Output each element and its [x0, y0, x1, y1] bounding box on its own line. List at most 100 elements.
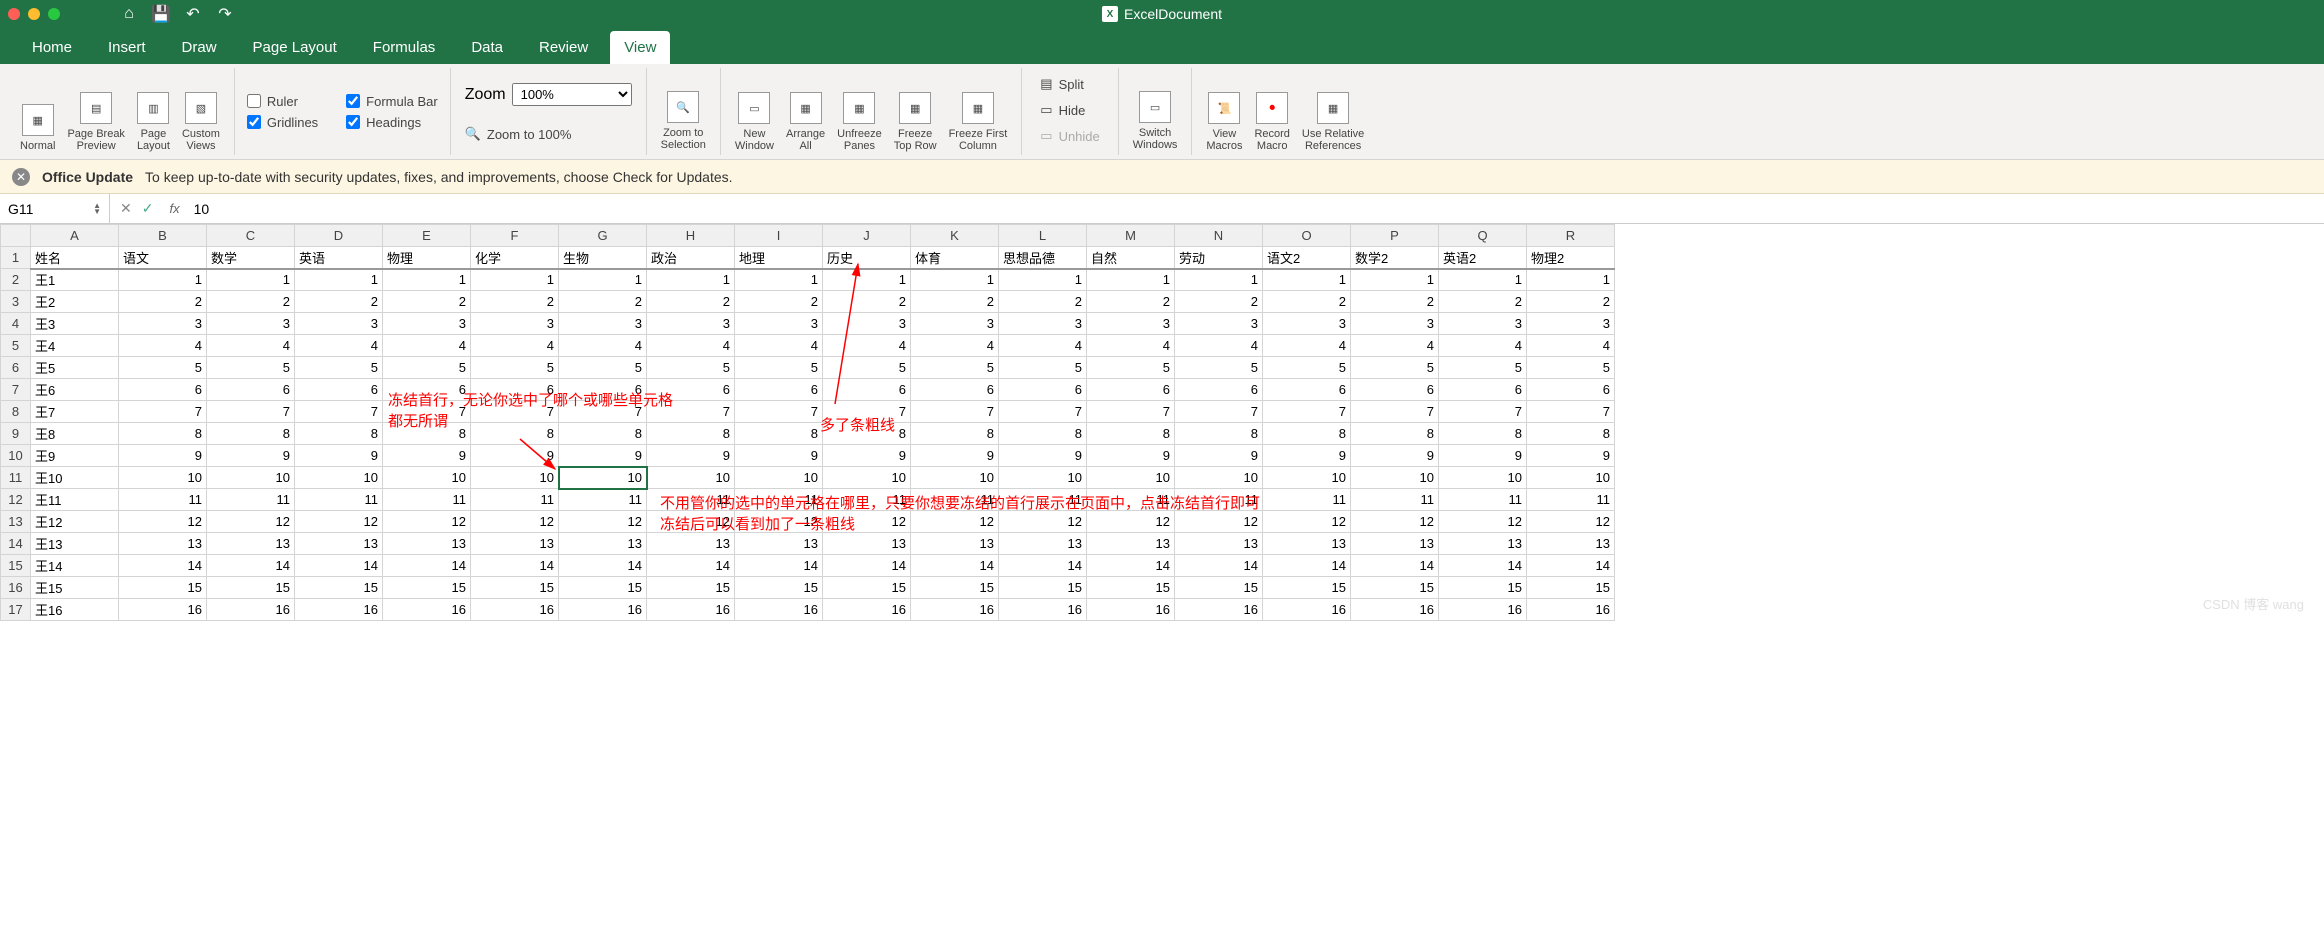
use-relative-ref-button[interactable]: ▦Use Relative References: [1296, 68, 1370, 156]
cell[interactable]: 3: [735, 313, 823, 335]
cell[interactable]: 15: [823, 577, 911, 599]
cell[interactable]: 9: [999, 445, 1087, 467]
col-header-P[interactable]: P: [1351, 225, 1439, 247]
cell[interactable]: 13: [1175, 533, 1263, 555]
cell[interactable]: 3: [1527, 313, 1615, 335]
row-header-3[interactable]: 3: [1, 291, 31, 313]
cell[interactable]: 13: [911, 533, 999, 555]
col-header-I[interactable]: I: [735, 225, 823, 247]
cell[interactable]: 2: [471, 291, 559, 313]
cell[interactable]: 10: [1175, 467, 1263, 489]
cell[interactable]: 11: [735, 489, 823, 511]
cell[interactable]: 王5: [31, 357, 119, 379]
cell[interactable]: 2: [647, 291, 735, 313]
cell[interactable]: 8: [823, 423, 911, 445]
cell[interactable]: 2: [1087, 291, 1175, 313]
cell[interactable]: 8: [119, 423, 207, 445]
cell[interactable]: 6: [735, 379, 823, 401]
cell[interactable]: 3: [471, 313, 559, 335]
maximize-icon[interactable]: [48, 8, 60, 20]
cell[interactable]: 王15: [31, 577, 119, 599]
cell[interactable]: 8: [1351, 423, 1439, 445]
tab-draw[interactable]: Draw: [168, 31, 231, 64]
cell[interactable]: 12: [999, 511, 1087, 533]
confirm-icon[interactable]: ✓: [142, 200, 154, 217]
cell[interactable]: 7: [735, 401, 823, 423]
row-header-15[interactable]: 15: [1, 555, 31, 577]
cell[interactable]: 16: [207, 599, 295, 621]
cell[interactable]: 数学: [207, 247, 295, 269]
cell[interactable]: 12: [1263, 511, 1351, 533]
col-header-A[interactable]: A: [31, 225, 119, 247]
cell[interactable]: 12: [1175, 511, 1263, 533]
cell[interactable]: 2: [1527, 291, 1615, 313]
cell[interactable]: 9: [911, 445, 999, 467]
cancel-icon[interactable]: ✕: [120, 200, 132, 217]
row-header-9[interactable]: 9: [1, 423, 31, 445]
cell[interactable]: 7: [383, 401, 471, 423]
cell[interactable]: 王13: [31, 533, 119, 555]
cell[interactable]: 11: [911, 489, 999, 511]
cell[interactable]: 王12: [31, 511, 119, 533]
split-button[interactable]: ▤Split: [1034, 72, 1106, 96]
cell[interactable]: 7: [559, 401, 647, 423]
cell[interactable]: 王4: [31, 335, 119, 357]
cell[interactable]: 9: [1263, 445, 1351, 467]
cell[interactable]: 11: [1087, 489, 1175, 511]
row-header-6[interactable]: 6: [1, 357, 31, 379]
home-icon[interactable]: ⌂: [120, 5, 138, 23]
cell[interactable]: 12: [1439, 511, 1527, 533]
cell[interactable]: 10: [471, 467, 559, 489]
cell[interactable]: 15: [911, 577, 999, 599]
tab-review[interactable]: Review: [525, 31, 602, 64]
cell[interactable]: 16: [1439, 599, 1527, 621]
cell[interactable]: 12: [383, 511, 471, 533]
name-box[interactable]: G11 ▲▼: [0, 194, 110, 223]
cell[interactable]: 14: [823, 555, 911, 577]
cell[interactable]: 5: [1087, 357, 1175, 379]
row-header-16[interactable]: 16: [1, 577, 31, 599]
cell[interactable]: 16: [911, 599, 999, 621]
cell[interactable]: 7: [647, 401, 735, 423]
cell[interactable]: 5: [1175, 357, 1263, 379]
cell[interactable]: 3: [1351, 313, 1439, 335]
cell[interactable]: 7: [1527, 401, 1615, 423]
cell[interactable]: 4: [295, 335, 383, 357]
cell[interactable]: 11: [471, 489, 559, 511]
cell[interactable]: 4: [911, 335, 999, 357]
hide-button[interactable]: ▭Hide: [1034, 98, 1106, 122]
cell[interactable]: 9: [1351, 445, 1439, 467]
cell[interactable]: 10: [1527, 467, 1615, 489]
cell[interactable]: 16: [1175, 599, 1263, 621]
cell[interactable]: 7: [1087, 401, 1175, 423]
cell[interactable]: 1: [207, 269, 295, 291]
formula-input[interactable]: 10: [186, 201, 2324, 217]
cell[interactable]: 王11: [31, 489, 119, 511]
cell[interactable]: 2: [383, 291, 471, 313]
cell[interactable]: 11: [823, 489, 911, 511]
cell[interactable]: 7: [119, 401, 207, 423]
cell[interactable]: 3: [1263, 313, 1351, 335]
cell[interactable]: 王7: [31, 401, 119, 423]
cell[interactable]: 1: [1527, 269, 1615, 291]
col-header-R[interactable]: R: [1527, 225, 1615, 247]
col-header-J[interactable]: J: [823, 225, 911, 247]
cell[interactable]: 14: [999, 555, 1087, 577]
zoom-100-button[interactable]: 🔍Zoom to 100%: [459, 122, 638, 146]
cell[interactable]: 14: [559, 555, 647, 577]
cell[interactable]: 王10: [31, 467, 119, 489]
cell[interactable]: 6: [999, 379, 1087, 401]
cell[interactable]: 3: [207, 313, 295, 335]
cell[interactable]: 4: [823, 335, 911, 357]
cell[interactable]: 1: [1263, 269, 1351, 291]
gridlines-checkbox[interactable]: Gridlines: [247, 115, 318, 130]
cell[interactable]: 16: [735, 599, 823, 621]
cell[interactable]: 14: [911, 555, 999, 577]
cell[interactable]: 2: [559, 291, 647, 313]
cell[interactable]: 15: [1439, 577, 1527, 599]
col-header-C[interactable]: C: [207, 225, 295, 247]
cell[interactable]: 3: [1439, 313, 1527, 335]
cell[interactable]: 14: [735, 555, 823, 577]
cell[interactable]: 10: [1351, 467, 1439, 489]
arrange-all-button[interactable]: ▦Arrange All: [780, 68, 831, 156]
